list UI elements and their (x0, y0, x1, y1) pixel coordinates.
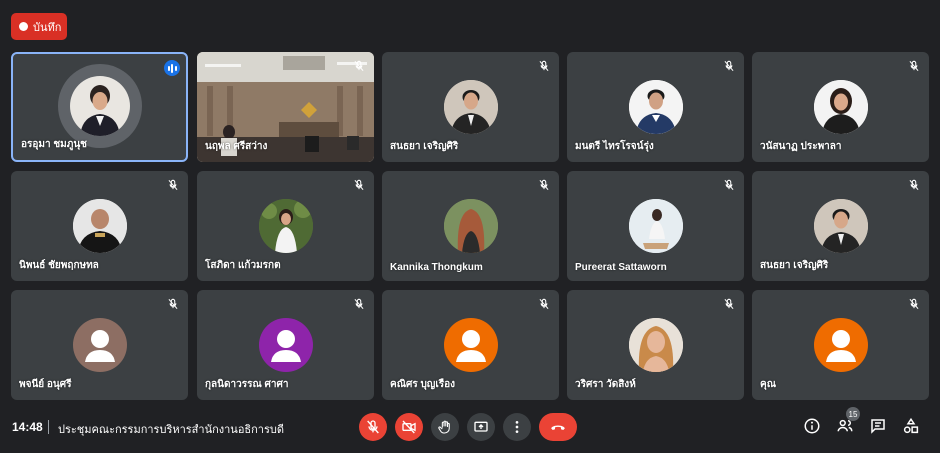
speaking-indicator-icon (164, 60, 180, 76)
mic-off-icon (724, 179, 734, 191)
mic-off-icon (168, 179, 178, 191)
mic-off-icon (909, 60, 919, 72)
participant-name: วริศรา วัดสิงห์ (575, 379, 636, 390)
default-avatar (813, 318, 868, 372)
mic-off-icon (909, 298, 919, 310)
recording-label: บันทึก (33, 21, 62, 34)
participant-name: คณิศร บุญเรือง (390, 379, 456, 390)
person-placeholder-icon (455, 330, 486, 362)
mic-off-icon (354, 60, 364, 72)
mic-off-icon (354, 179, 364, 191)
participant-tile[interactable]: พจนีย์ อนุศรี (11, 290, 188, 400)
participant-name: สนธยา เจริญศิริ (390, 141, 459, 152)
avatar (443, 199, 498, 253)
participant-tile[interactable]: สนธยา เจริญศิริ (752, 171, 929, 281)
participant-name: สนธยา เจริญศิริ (760, 260, 829, 271)
mic-off-icon (724, 60, 734, 72)
avatar (628, 199, 683, 253)
mic-off-icon (539, 179, 549, 191)
participant-tile[interactable]: นฤพล ศรีสว่าง (197, 52, 374, 162)
participant-name: วนัสนาฏ ประพาลา (760, 141, 842, 152)
participant-name: คุณ (760, 379, 776, 390)
more-options-icon (515, 421, 519, 433)
participant-name: มนตรี ไทรโรจน์รุ่ง (575, 141, 654, 152)
participant-tile[interactable]: กุลนิดาวรรณ ศาศา (197, 290, 374, 400)
raise-hand-button[interactable] (431, 413, 459, 441)
camera-off-icon (402, 420, 416, 434)
avatar (813, 80, 868, 134)
participant-name: โสภิดา แก้วมรกต (205, 260, 281, 271)
person-placeholder-icon (825, 330, 856, 362)
recording-dot-icon (19, 22, 28, 31)
mic-toggle-button[interactable] (359, 413, 387, 441)
participant-tile[interactable]: คุณ (752, 290, 929, 400)
avatar (628, 80, 683, 134)
participant-name: พจนีย์ อนุศรี (19, 379, 72, 390)
participant-name: นิพนธ์ ชัยพฤกษทล (19, 260, 99, 271)
person-placeholder-icon (270, 330, 301, 362)
mic-off-icon (724, 298, 734, 310)
meeting-title: ประชุมคณะกรรมการบริหารสำนักงานอธิการบดี (58, 424, 285, 436)
mic-off-icon (909, 179, 919, 191)
participant-name: นฤพล ศรีสว่าง (205, 141, 268, 152)
mic-off-icon (354, 298, 364, 310)
more-options-button[interactable] (503, 413, 531, 441)
divider (48, 420, 49, 434)
default-avatar (72, 318, 127, 372)
mic-off-icon (539, 60, 549, 72)
participant-tile[interactable]: Kannika Thongkum (382, 171, 559, 281)
end-call-button[interactable] (539, 413, 577, 441)
meeting-clock: 14:48 (12, 420, 43, 434)
default-avatar (443, 318, 498, 372)
present-screen-button[interactable] (467, 413, 495, 441)
activities-button[interactable] (902, 417, 920, 435)
mic-off-icon (367, 420, 379, 434)
participant-tile[interactable]: โสภิดา แก้วมรกต (197, 171, 374, 281)
participant-tile[interactable]: วริศรา วัดสิงห์ (567, 290, 744, 400)
participant-name: อรอุมา ชมภูนุช (21, 139, 87, 150)
default-avatar (258, 318, 313, 372)
bottom-control-bar: 14:48 ประชุมคณะกรรมการบริหารสำนักงานอธิก… (0, 405, 940, 453)
meeting-details-button[interactable] (803, 417, 821, 435)
participant-name: กุลนิดาวรรณ ศาศา (205, 379, 289, 390)
participant-tile[interactable]: มนตรี ไทรโรจน์รุ่ง (567, 52, 744, 162)
avatar (628, 318, 683, 372)
participant-tile[interactable]: Pureerat Sattaworn (567, 171, 744, 281)
participant-count-badge: 15 (846, 407, 860, 421)
recording-badge: บันทึก (11, 13, 67, 40)
participant-tile[interactable]: อรอุมา ชมภูนุช (11, 52, 188, 162)
present-screen-icon (474, 421, 488, 432)
mic-off-icon (539, 298, 549, 310)
participant-tile[interactable]: วนัสนาฏ ประพาลา (752, 52, 929, 162)
info-icon (804, 418, 820, 434)
participant-tile[interactable]: นิพนธ์ ชัยพฤกษทล (11, 171, 188, 281)
avatar (813, 199, 868, 253)
chat-button[interactable] (869, 417, 887, 435)
participant-tile[interactable]: สนธยา เจริญศิริ (382, 52, 559, 162)
person-placeholder-icon (84, 330, 115, 362)
camera-toggle-button[interactable] (395, 413, 423, 441)
avatar (69, 76, 130, 136)
participant-name: Pureerat Sattaworn (575, 262, 667, 273)
avatar (443, 80, 498, 134)
avatar (72, 199, 127, 253)
end-call-icon (551, 425, 565, 430)
activities-icon (903, 417, 919, 434)
avatar (258, 199, 313, 253)
participant-tile[interactable]: คณิศร บุญเรือง (382, 290, 559, 400)
mic-off-icon (168, 298, 178, 310)
chat-icon (871, 419, 885, 434)
raise-hand-icon (438, 420, 450, 434)
participant-name: Kannika Thongkum (390, 262, 483, 273)
